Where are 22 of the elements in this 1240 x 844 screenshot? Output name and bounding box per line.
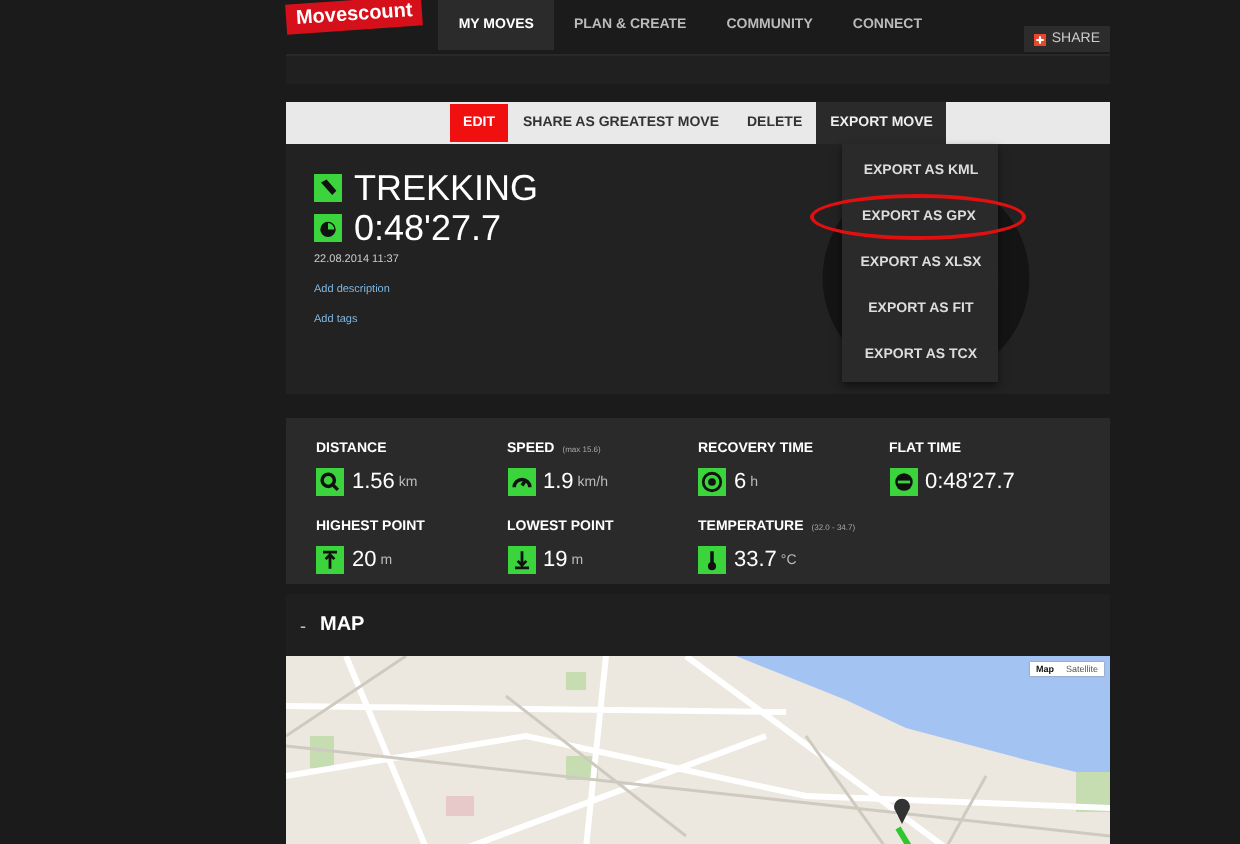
stat-value: 6 <box>734 470 747 494</box>
duration: 0:48'27.7 <box>354 207 502 249</box>
stat-value: 19 <box>543 548 568 572</box>
stat-value: 1.9 <box>543 470 574 494</box>
down-arrow-icon <box>507 546 535 574</box>
up-arrow-icon <box>316 546 344 574</box>
shoe-icon <box>314 174 342 202</box>
stat-value: 33.7 <box>734 548 777 572</box>
target-icon <box>698 468 726 496</box>
stopwatch-icon <box>314 214 342 242</box>
thermometer-icon <box>698 546 726 574</box>
magnifier-icon <box>316 468 344 496</box>
collapse-toggle[interactable]: - <box>300 615 306 635</box>
stat-value: 0:48'27.7 <box>925 470 1015 494</box>
stat-value: 20 <box>352 548 377 572</box>
section-title: MAP <box>320 614 365 636</box>
minus-circle-icon <box>889 468 917 496</box>
logo[interactable]: Movescount <box>285 0 424 35</box>
activity-title: TREKKING <box>354 167 539 209</box>
gauge-icon <box>507 468 535 496</box>
plus-icon <box>1033 33 1046 45</box>
stat-value: 1.56 <box>352 470 395 494</box>
